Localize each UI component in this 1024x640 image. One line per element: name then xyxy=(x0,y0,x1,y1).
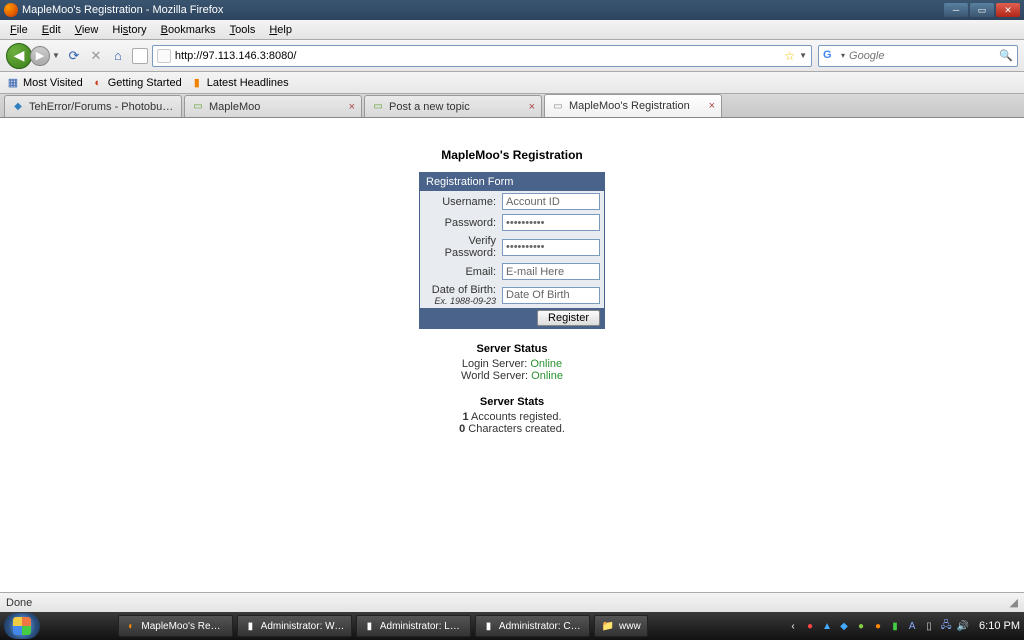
password-label: Password: xyxy=(424,217,502,229)
google-icon: G xyxy=(823,49,837,63)
search-go-icon[interactable]: 🔍 xyxy=(999,49,1013,62)
forward-button[interactable]: ▶ xyxy=(30,46,50,66)
accounts-stat: 1 Accounts registed. xyxy=(312,411,712,423)
url-input[interactable] xyxy=(175,50,780,62)
nav-toolbar: ◀ ▶ ▼ ⟳ ✕ ⌂ ☆ ▼ G▾ 🔍 xyxy=(0,40,1024,72)
username-label: Username: xyxy=(424,196,502,208)
world-server-status: World Server: Online xyxy=(312,370,712,382)
url-bar[interactable]: ☆ ▼ xyxy=(152,45,812,67)
tab-close-icon[interactable]: × xyxy=(529,101,535,113)
menu-bookmarks[interactable]: Bookmarks xyxy=(155,22,222,38)
tab-close-icon[interactable]: × xyxy=(709,100,715,112)
home-button[interactable]: ⌂ xyxy=(110,48,126,64)
search-bar[interactable]: G▾ 🔍 xyxy=(818,45,1018,67)
site-icon xyxy=(157,49,171,63)
taskbar-item-www[interactable]: 📁www xyxy=(594,615,648,637)
tray-icon[interactable]: ▲ xyxy=(820,619,834,633)
network-icon[interactable]: 🖧 xyxy=(939,619,953,633)
menu-file[interactable]: File xyxy=(4,22,34,38)
menu-tools[interactable]: Tools xyxy=(224,22,262,38)
page-content: MapleMoo's Registration Registration For… xyxy=(0,118,1024,592)
tray-icon[interactable]: ● xyxy=(871,619,885,633)
dob-input[interactable] xyxy=(502,287,600,304)
login-server-status: Login Server: Online xyxy=(312,358,712,370)
form-header: Registration Form xyxy=(420,173,604,191)
email-input[interactable] xyxy=(502,263,600,280)
tray-icon[interactable]: ◆ xyxy=(837,619,851,633)
dob-label: Date of Birth:Ex. 1988-09-23 xyxy=(424,284,502,306)
tab-bar: ◆ TehError/Forums - Photobucket - V... ▭… xyxy=(0,94,1024,118)
window-titlebar: MapleMoo's Registration - Mozilla Firefo… xyxy=(0,0,1024,20)
tray-icon[interactable]: ● xyxy=(803,619,817,633)
tab-maplemoo[interactable]: ▭ MapleMoo × xyxy=(184,95,362,117)
characters-stat: 0 Characters created. xyxy=(312,423,712,435)
username-input[interactable] xyxy=(502,193,600,210)
tab-registration[interactable]: ▭ MapleMoo's Registration × xyxy=(544,94,722,117)
page-title: MapleMoo's Registration xyxy=(312,148,712,162)
taskbar-item-firefox[interactable]: ◐MapleMoo's Registr... xyxy=(118,615,233,637)
resize-grip-icon: ◢ xyxy=(1010,596,1018,609)
firefox-icon xyxy=(4,3,18,17)
tab-post-topic[interactable]: ▭ Post a new topic × xyxy=(364,95,542,117)
menu-view[interactable]: View xyxy=(69,22,105,38)
photobucket-icon: ◆ xyxy=(11,100,25,114)
register-button[interactable]: Register xyxy=(537,310,600,326)
bookmarks-toolbar: ▦Most Visited ◐Getting Started ▮Latest H… xyxy=(0,72,1024,94)
taskbar-item-cmd-world[interactable]: ▮Administrator: Worl... xyxy=(237,615,352,637)
stop-button[interactable]: ✕ xyxy=(88,48,104,64)
close-button[interactable]: ✕ xyxy=(996,3,1020,17)
bookmark-star-icon[interactable]: ☆ xyxy=(784,49,795,63)
tray-icon[interactable]: ▮ xyxy=(888,619,902,633)
tab-photobucket[interactable]: ◆ TehError/Forums - Photobucket - V... xyxy=(4,95,182,117)
menu-bar: File Edit View History Bookmarks Tools H… xyxy=(0,20,1024,40)
server-status-header: Server Status xyxy=(312,343,712,355)
bookmark-latest-headlines[interactable]: ▮Latest Headlines xyxy=(190,76,289,90)
taskbar-item-cmd-cha[interactable]: ▮Administrator: Cha... xyxy=(475,615,590,637)
page-icon: ▭ xyxy=(371,100,385,114)
verify-password-input[interactable] xyxy=(502,239,600,256)
page-icon: ▭ xyxy=(551,99,565,113)
minimize-button[interactable]: ─ xyxy=(944,3,968,17)
page-icon: ▭ xyxy=(191,100,205,114)
menu-edit[interactable]: Edit xyxy=(36,22,67,38)
verify-password-label: Verify Password: xyxy=(424,235,502,259)
tray-expand-icon[interactable]: ‹ xyxy=(786,619,800,633)
tray-icon[interactable]: ● xyxy=(854,619,868,633)
volume-icon[interactable]: 🔊 xyxy=(956,619,970,633)
window-title: MapleMoo's Registration - Mozilla Firefo… xyxy=(22,4,223,16)
back-button[interactable]: ◀ xyxy=(6,43,32,69)
tray-icon[interactable]: ▯ xyxy=(922,619,936,633)
registration-form: Registration Form Username: Password: Ve… xyxy=(419,172,605,329)
windows-taskbar: ◐MapleMoo's Registr... ▮Administrator: W… xyxy=(0,612,1024,640)
browser-statusbar: Done ◢ xyxy=(0,592,1024,612)
taskbar-clock[interactable]: 6:10 PM xyxy=(979,620,1020,632)
menu-help[interactable]: Help xyxy=(263,22,298,38)
page-identity-icon[interactable] xyxy=(132,48,148,64)
system-tray[interactable]: ‹ ● ▲ ◆ ● ● ▮ A ▯ 🖧 🔊 6:10 PM xyxy=(786,619,1020,633)
email-label: Email: xyxy=(424,266,502,278)
bookmark-getting-started[interactable]: ◐Getting Started xyxy=(91,76,182,90)
taskbar-item-cmd-login[interactable]: ▮Administrator: Logi... xyxy=(356,615,471,637)
server-stats-header: Server Stats xyxy=(312,396,712,408)
nav-history-dropdown[interactable]: ▼ xyxy=(52,51,60,60)
bookmark-most-visited[interactable]: ▦Most Visited xyxy=(6,76,83,90)
reload-button[interactable]: ⟳ xyxy=(66,48,82,64)
start-button[interactable] xyxy=(4,613,40,639)
status-text: Done xyxy=(6,597,32,609)
maximize-button[interactable]: ▭ xyxy=(970,3,994,17)
menu-history[interactable]: History xyxy=(106,22,152,38)
tab-close-icon[interactable]: × xyxy=(349,101,355,113)
password-input[interactable] xyxy=(502,214,600,231)
search-input[interactable] xyxy=(849,50,995,62)
url-dropdown-icon[interactable]: ▼ xyxy=(799,51,807,60)
tray-icon[interactable]: A xyxy=(905,619,919,633)
